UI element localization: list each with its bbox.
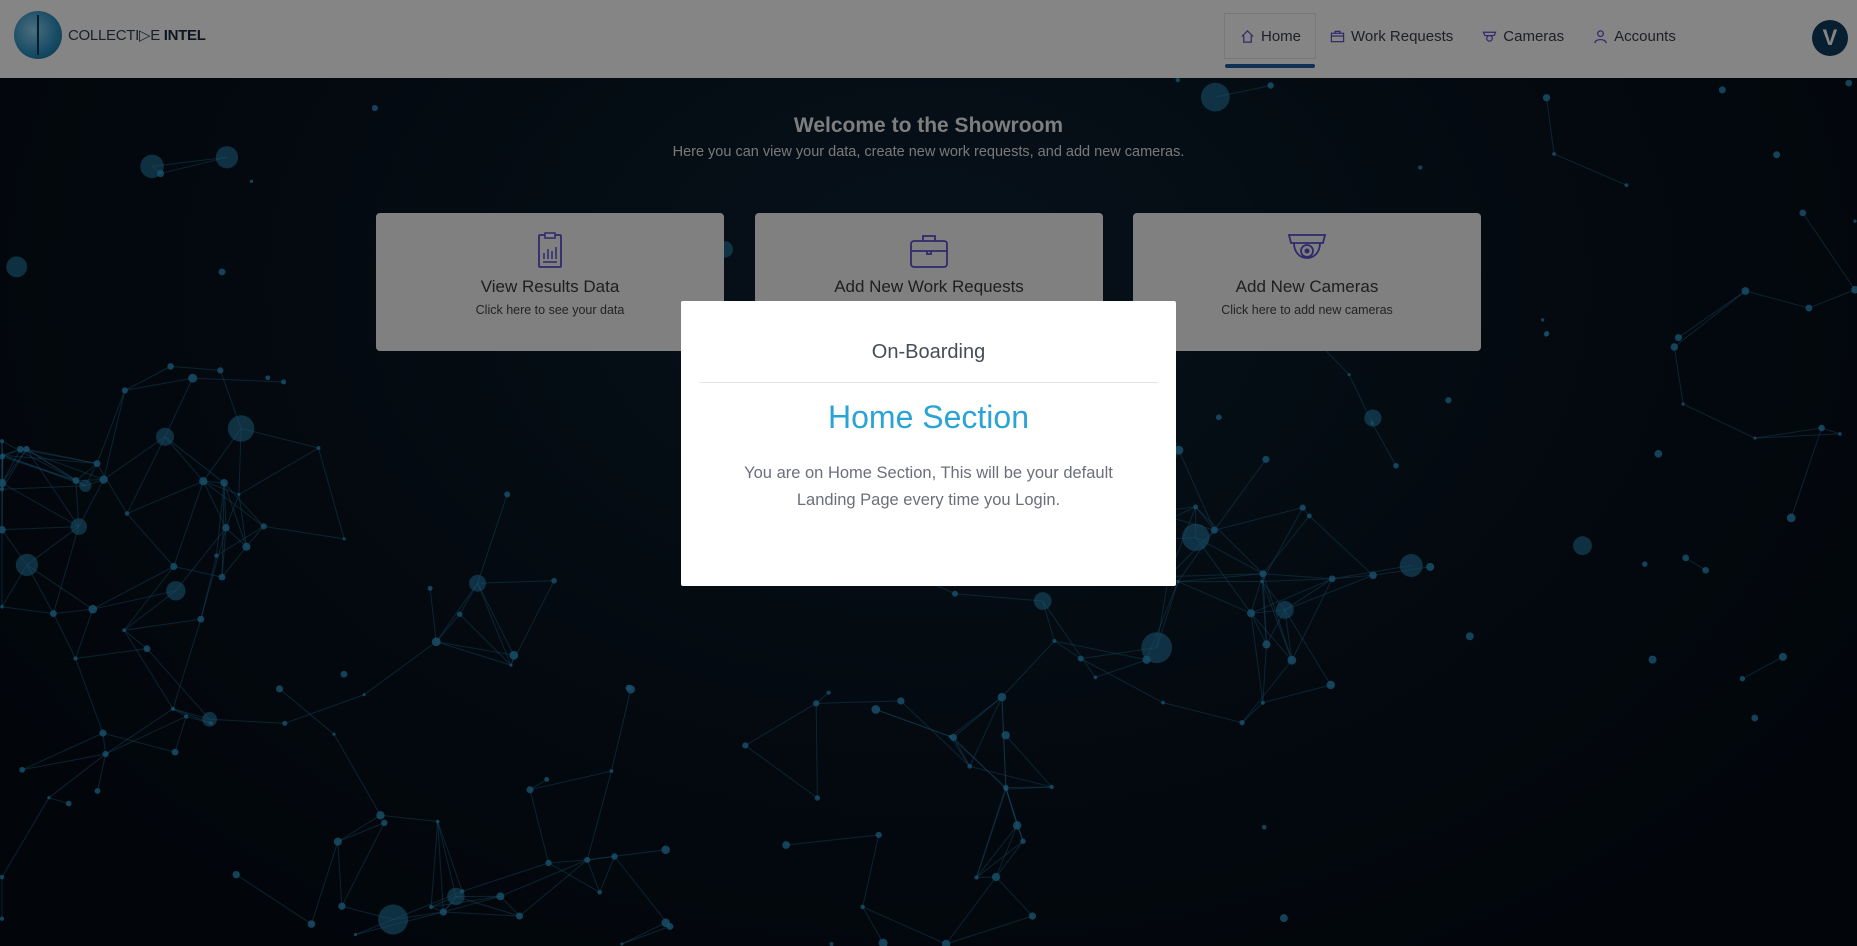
modal-title: Home Section <box>828 399 1029 435</box>
modal-text: You are on Home Section, This will be yo… <box>744 464 1113 509</box>
modal-divider <box>699 382 1158 383</box>
modal-header: On-Boarding <box>871 341 986 363</box>
onboarding-modal: On-Boarding Home Section You are on Home… <box>681 301 1176 586</box>
